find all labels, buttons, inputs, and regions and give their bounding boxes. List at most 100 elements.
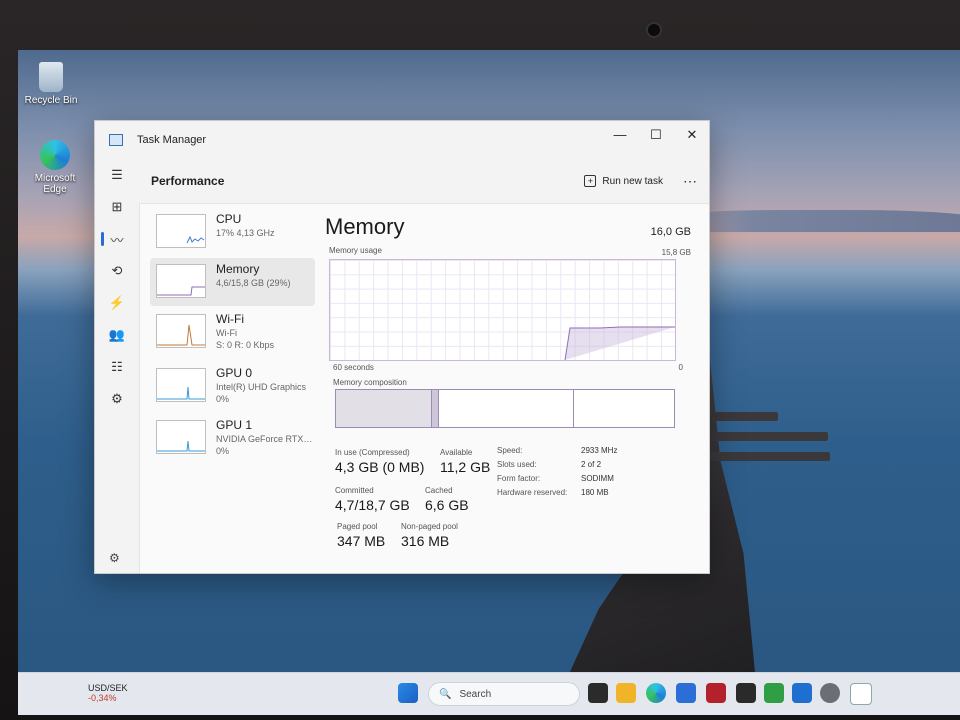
detail-key: Slots used: (497, 460, 537, 469)
stat-label: Committed (335, 486, 374, 495)
new-task-icon: + (584, 175, 597, 187)
perf-item-name: Memory (216, 262, 260, 276)
settings-gear-icon[interactable]: ⚙ (109, 551, 120, 565)
stat-label: Non-paged pool (401, 522, 458, 531)
wifi-mini-graph (156, 314, 206, 348)
title-bar: Task Manager — ☐ ✕ (95, 121, 709, 159)
memory-usage-line (564, 326, 675, 361)
services-icon[interactable]: ⚙ (95, 383, 139, 415)
ticker-change: -0,34% (88, 693, 117, 703)
perf-item-sub: 0% (216, 394, 230, 404)
graph-time-left: 60 seconds (333, 363, 374, 372)
close-button[interactable]: ✕ (677, 127, 707, 143)
perf-item-cpu[interactable]: CPU 17% 4,13 GHz (150, 208, 315, 256)
perf-item-memory[interactable]: Memory 4,6/15,8 GB (29%) (150, 258, 315, 306)
search-icon: 🔍 (439, 688, 452, 700)
desktop-screen: Recycle Bin Microsoft Edge Task Manager … (18, 50, 960, 715)
task-manager-window: Task Manager — ☐ ✕ ☰ ⊞ 〰 ⟲ ⚡ 👥 ☷ ⚙ ⚙ Per… (94, 120, 710, 574)
detail-hw-reserved: Hardware reserved: 180 MB (497, 488, 609, 497)
stat-committed: Committed 4,7/18,7 GB (335, 486, 410, 513)
perf-item-name: GPU 0 (216, 366, 253, 380)
perf-item-name: GPU 1 (216, 418, 253, 432)
gpu1-mini-graph (156, 420, 206, 454)
hamburger-menu-icon[interactable]: ☰ (95, 159, 139, 191)
page-title: Performance (151, 174, 225, 188)
edge-taskbar-icon[interactable] (646, 683, 666, 703)
memory-mini-graph (156, 264, 206, 298)
perf-item-sub: 0% (216, 446, 230, 456)
stat-value: 11,2 GB (440, 459, 491, 475)
performance-list: CPU 17% 4,13 GHz Memory 4,6/15,8 GB (29%… (140, 204, 318, 573)
webcam (646, 22, 662, 38)
detail-key: Speed: (497, 446, 523, 455)
perf-item-name: Wi-Fi (216, 312, 244, 326)
dark-app-icon[interactable] (736, 683, 756, 703)
perf-item-sub: 4,6/15,8 GB (29%) (216, 278, 291, 288)
performance-icon[interactable]: 〰 (95, 223, 139, 255)
task-manager-icon (109, 134, 123, 146)
task-manager-taskbar-icon[interactable] (850, 683, 872, 705)
recycle-bin-desktop-icon[interactable]: Recycle Bin (20, 62, 82, 106)
detail-form-factor: Form factor: SODIMM (497, 474, 614, 483)
page-header: Performance + Run new task ⋯ (139, 159, 709, 203)
side-nav: ☰ ⊞ 〰 ⟲ ⚡ 👥 ☷ ⚙ ⚙ (95, 159, 139, 573)
xbox-icon[interactable] (764, 683, 784, 703)
maximize-button[interactable]: ☐ (641, 127, 671, 143)
app-history-icon[interactable]: ⟲ (95, 255, 139, 287)
red-app-icon[interactable] (706, 683, 726, 703)
settings-taskbar-icon[interactable] (820, 683, 840, 703)
stat-non-paged-pool: Non-paged pool 316 MB (401, 522, 458, 549)
detail-slots: Slots used: 2 of 2 (497, 460, 601, 469)
graph-time-right: 0 (678, 363, 683, 372)
gpu0-mini-graph (156, 368, 206, 402)
stat-value: 4,3 GB (0 MB) (335, 459, 425, 475)
task-view-icon[interactable] (588, 683, 608, 703)
stat-in-use: In use (Compressed) 4,3 GB (0 MB) (335, 448, 424, 475)
wallpaper-plank (704, 452, 830, 461)
desktop-icon-label: Microsoft Edge (34, 173, 76, 195)
store-icon[interactable] (676, 683, 696, 703)
search-placeholder: Search (459, 688, 492, 700)
detail-key: Form factor: (497, 474, 541, 483)
users-icon[interactable]: 👥 (95, 319, 139, 351)
details-icon[interactable]: ☷ (95, 351, 139, 383)
run-new-task-label: Run new task (602, 175, 663, 187)
perf-item-sub: NVIDIA GeForce RTX… (216, 434, 313, 444)
memory-usage-label: Memory usage (329, 246, 382, 255)
taskbar: USD/SEK -0,34% 🔍 Search (18, 672, 960, 715)
detail-value: 2 of 2 (581, 460, 602, 469)
start-windows-icon[interactable] (398, 683, 418, 703)
perf-item-sub: 17% 4,13 GHz (216, 228, 275, 238)
memory-composition-bar (335, 389, 675, 428)
edge-desktop-icon[interactable]: Microsoft Edge (24, 140, 86, 195)
composition-free (574, 390, 674, 427)
cpu-mini-graph (156, 214, 206, 248)
window-title: Task Manager (137, 134, 207, 146)
detail-value: 180 MB (581, 488, 609, 497)
stat-paged-pool: Paged pool 347 MB (337, 522, 385, 549)
performance-content: CPU 17% 4,13 GHz Memory 4,6/15,8 GB (29%… (139, 203, 709, 573)
composition-modified (432, 390, 439, 427)
perf-item-sub: Intel(R) UHD Graphics (216, 382, 307, 392)
memory-title: Memory (325, 214, 405, 239)
detail-value: 2933 MHz (581, 446, 618, 455)
startup-apps-icon[interactable]: ⚡ (95, 287, 139, 319)
composition-standby (439, 390, 574, 427)
memory-usage-max: 15,8 GB (661, 248, 691, 257)
desktop-icon-label: Recycle Bin (24, 95, 78, 106)
run-new-task-button[interactable]: + Run new task (584, 175, 663, 187)
taskbar-search[interactable]: 🔍 Search (428, 682, 580, 706)
perf-item-gpu0[interactable]: GPU 0 Intel(R) UHD Graphics 0% (150, 362, 315, 410)
memory-total: 16,0 GB (650, 226, 691, 238)
minimize-button[interactable]: — (605, 127, 635, 142)
processes-icon[interactable]: ⊞ (95, 191, 139, 223)
stat-value: 316 MB (401, 533, 450, 549)
recycle-bin-icon (39, 62, 63, 92)
file-explorer-icon[interactable] (616, 683, 636, 703)
perf-item-name: CPU (216, 212, 242, 226)
perf-item-wifi[interactable]: Wi-Fi Wi-Fi S: 0 R: 0 Kbps (150, 308, 315, 356)
ticker-widget[interactable]: USD/SEK -0,34% (88, 683, 128, 703)
perf-item-gpu1[interactable]: GPU 1 NVIDIA GeForce RTX… 0% (150, 414, 315, 462)
more-options-button[interactable]: ⋯ (683, 173, 697, 190)
outlook-icon[interactable] (792, 683, 812, 703)
